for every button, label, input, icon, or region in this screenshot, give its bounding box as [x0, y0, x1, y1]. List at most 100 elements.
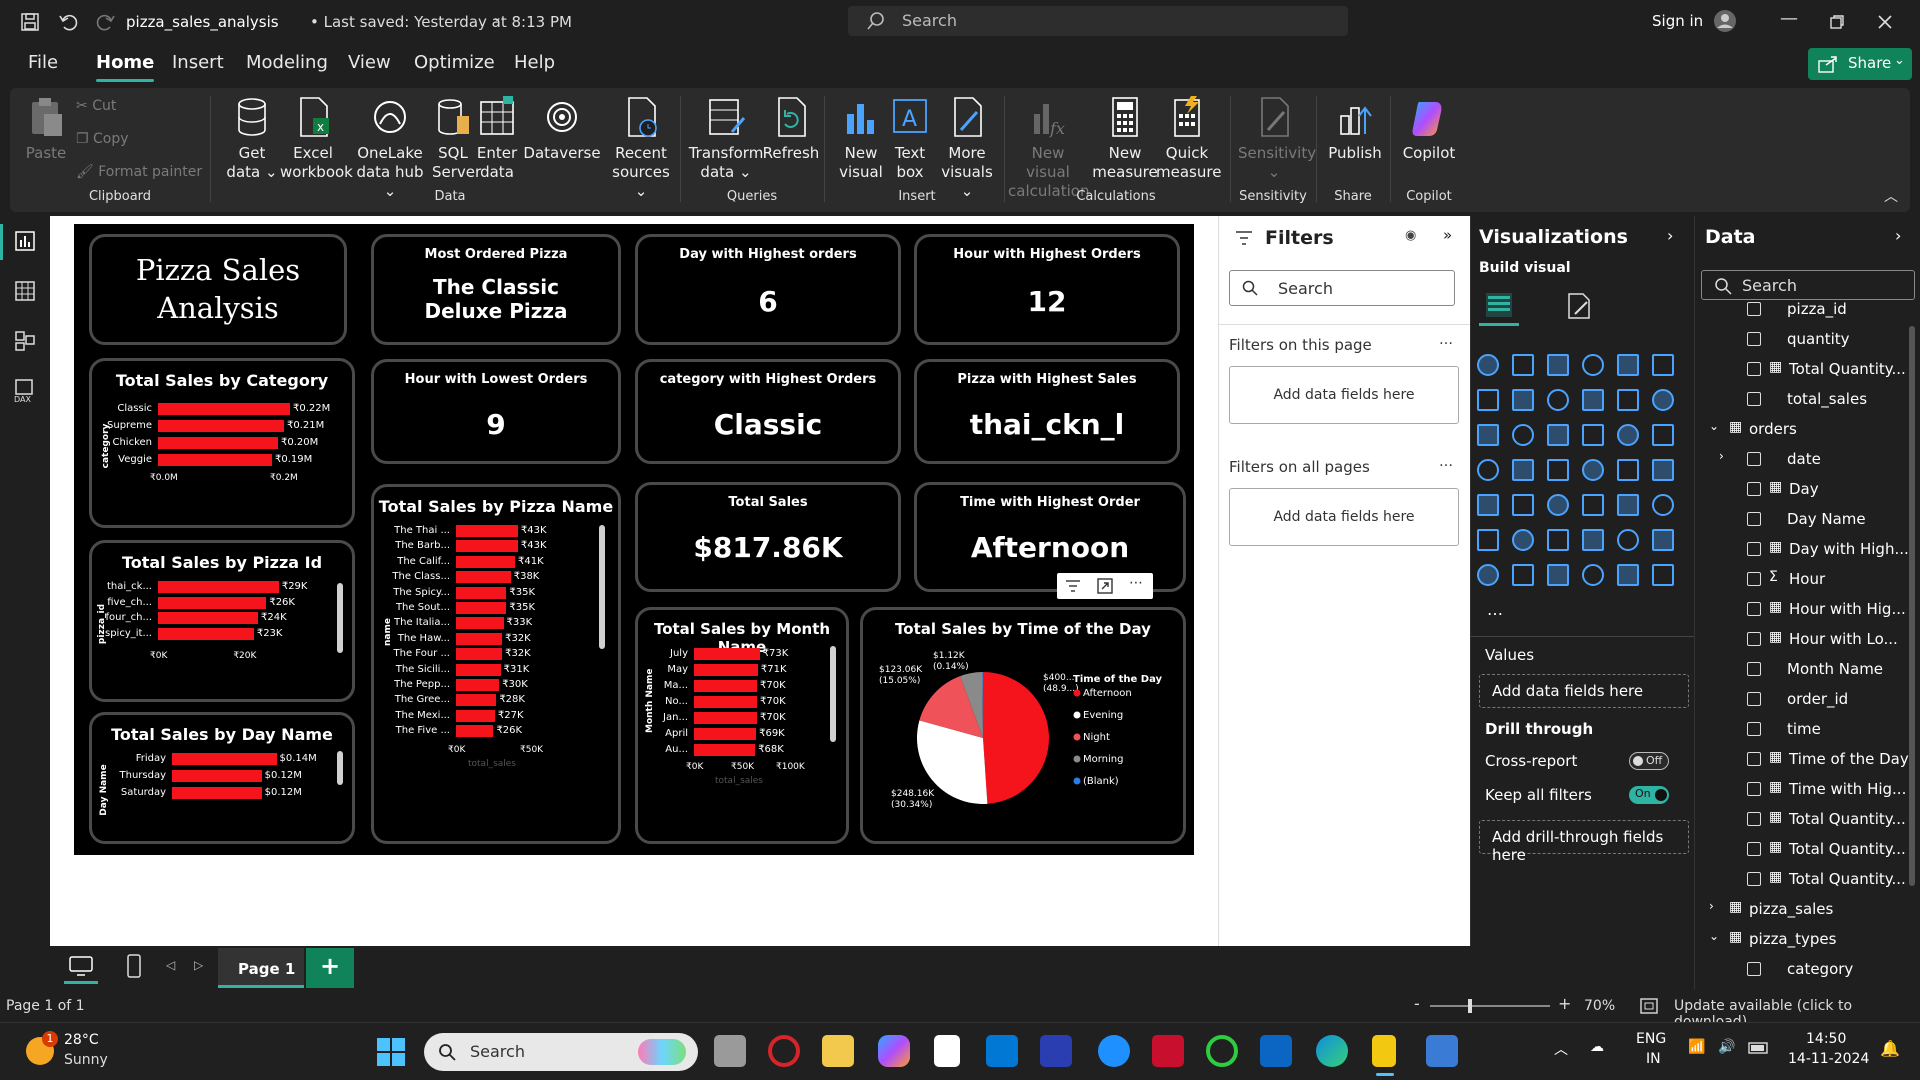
data-field-row[interactable]: › date	[1695, 444, 1920, 474]
share-button[interactable]: Share ⌄	[1808, 48, 1912, 80]
visual-type-icon[interactable]	[1582, 389, 1604, 411]
scrollbar[interactable]	[830, 646, 836, 742]
more-options-icon[interactable]: ⋯	[1129, 575, 1143, 591]
field-checkbox[interactable]	[1747, 812, 1761, 826]
data-field-row[interactable]: ▦ Time of the Day	[1695, 744, 1920, 774]
field-checkbox[interactable]	[1747, 482, 1761, 496]
visual-type-icon[interactable]	[1582, 564, 1604, 586]
chevron-right-icon[interactable]: ›	[1719, 449, 1724, 463]
data-field-row[interactable]: category	[1695, 954, 1920, 984]
visual-type-icon[interactable]	[1477, 424, 1499, 446]
field-checkbox[interactable]	[1747, 392, 1761, 406]
sql-server-button[interactable]: SQL Server	[432, 96, 481, 182]
visual-type-icon[interactable]	[1652, 459, 1674, 481]
restore-icon[interactable]	[1830, 15, 1844, 29]
power-bi-icon[interactable]	[1372, 1035, 1396, 1067]
myhp-icon[interactable]	[1040, 1035, 1072, 1067]
more-options-icon[interactable]: …	[1439, 332, 1453, 348]
data-field-row[interactable]: ▦ Total Quantity...	[1695, 804, 1920, 834]
sensitivity-button[interactable]: Sensitivity ⌄	[1238, 96, 1316, 182]
visual-type-icon[interactable]	[1547, 354, 1569, 376]
page-filter-dropzone[interactable]: Add data fields here	[1229, 366, 1459, 424]
data-field-row[interactable]: ▦ Total Quantity...	[1695, 834, 1920, 864]
text-box-button[interactable]: A Text box	[888, 96, 932, 182]
microsoft-store-icon[interactable]	[986, 1035, 1018, 1067]
visual-type-icon[interactable]	[1547, 389, 1569, 411]
data-field-row[interactable]: ▦ Time with Hig...	[1695, 774, 1920, 804]
battery-icon[interactable]	[1748, 1042, 1770, 1054]
field-checkbox[interactable]	[1747, 572, 1761, 586]
chart-card[interactable]: Total Sales by Month Name July ₹73K May ₹71…	[635, 607, 849, 844]
get-data-button[interactable]: Get data ⌄	[224, 96, 280, 182]
legend-item[interactable]: Evening	[1083, 710, 1123, 721]
visual-type-icon[interactable]	[1477, 529, 1499, 551]
field-checkbox[interactable]	[1747, 662, 1761, 676]
scrollbar[interactable]	[337, 751, 343, 785]
zoom-handle[interactable]	[1468, 999, 1472, 1013]
quick-measure-button[interactable]: Quick measure	[1156, 96, 1221, 182]
visual-type-icon[interactable]	[1547, 529, 1569, 551]
visual-type-icon[interactable]	[1477, 564, 1499, 586]
visual-type-icon[interactable]	[1652, 564, 1674, 586]
onedrive-icon[interactable]: ☁	[1590, 1039, 1604, 1055]
legend-item[interactable]: Night	[1083, 732, 1110, 743]
kpi-card[interactable]: Hour with Lowest Orders 9	[371, 359, 621, 464]
keep-filters-toggle[interactable]: On	[1629, 786, 1669, 804]
region-code[interactable]: IN	[1646, 1051, 1661, 1067]
visual-type-icon[interactable]	[1477, 494, 1499, 516]
clock-time[interactable]: 14:50	[1806, 1031, 1846, 1047]
visual-type-icon[interactable]	[1582, 424, 1604, 446]
visual-type-icon[interactable]	[1512, 354, 1534, 376]
desktop-layout-button[interactable]	[64, 950, 98, 984]
visual-type-icon[interactable]	[1512, 529, 1534, 551]
data-field-row[interactable]: ▦ Total Quantity...	[1695, 864, 1920, 894]
visual-type-icon[interactable]	[1477, 354, 1499, 376]
chart-card[interactable]: Total Sales by Category Classic ₹0.22M Sup…	[89, 358, 355, 528]
data-field-row[interactable]: quantity	[1695, 324, 1920, 354]
data-search-input[interactable]: Search	[1701, 270, 1915, 300]
field-checkbox[interactable]	[1747, 302, 1761, 316]
chevron-right-icon[interactable]: ›	[1709, 899, 1714, 913]
visual-type-icon[interactable]	[1582, 354, 1604, 376]
all-pages-filter-dropzone[interactable]: Add data fields here	[1229, 488, 1459, 546]
new-measure-button[interactable]: New measure	[1090, 96, 1160, 182]
visual-type-icon[interactable]	[1512, 424, 1534, 446]
menu-view[interactable]: View	[348, 52, 391, 73]
data-field-row[interactable]: ⌄ ▦ orders	[1695, 414, 1920, 444]
visual-type-icon[interactable]	[1512, 389, 1534, 411]
visual-type-icon[interactable]	[1547, 564, 1569, 586]
field-checkbox[interactable]	[1747, 692, 1761, 706]
field-checkbox[interactable]	[1747, 542, 1761, 556]
visual-type-icon[interactable]	[1547, 459, 1569, 481]
next-page-icon[interactable]: ▷	[194, 958, 203, 972]
fit-to-page-icon[interactable]	[1640, 998, 1658, 1014]
taskbar-search[interactable]: Search	[424, 1033, 698, 1071]
chevron-up-icon[interactable]: ︿	[1554, 1039, 1568, 1059]
visual-type-icon[interactable]	[1652, 494, 1674, 516]
new-visual-button[interactable]: New visual	[836, 96, 886, 182]
data-field-row[interactable]: ▦ Hour with Hig...	[1695, 594, 1920, 624]
menu-modeling[interactable]: Modeling	[246, 52, 328, 73]
search-box[interactable]: Search	[848, 6, 1348, 36]
visual-type-icon[interactable]	[1512, 494, 1534, 516]
report-view-icon[interactable]	[14, 230, 36, 252]
field-checkbox[interactable]	[1747, 332, 1761, 346]
menu-file[interactable]: File	[28, 52, 58, 73]
field-checkbox[interactable]	[1747, 782, 1761, 796]
data-field-row[interactable]: pizza_id	[1695, 302, 1920, 324]
visual-type-icon[interactable]	[1512, 459, 1534, 481]
build-visual-tab[interactable]	[1479, 286, 1519, 326]
table-view-icon[interactable]	[14, 280, 36, 302]
visual-type-icon[interactable]	[1582, 459, 1604, 481]
more-options-icon[interactable]: …	[1439, 454, 1453, 470]
field-checkbox[interactable]	[1747, 602, 1761, 616]
kpi-card[interactable]: category with Highest Orders Classic	[635, 359, 901, 464]
format-visual-icon[interactable]	[1565, 292, 1593, 320]
clock-date[interactable]: 14-11-2024	[1788, 1051, 1869, 1067]
save-icon[interactable]	[20, 12, 40, 32]
photos-icon[interactable]	[1426, 1035, 1458, 1067]
data-field-row[interactable]: total_sales	[1695, 384, 1920, 414]
report-title-card[interactable]: Pizza Sales Analysis	[89, 234, 347, 345]
eye-icon[interactable]: ◉	[1405, 228, 1416, 243]
visual-type-icon[interactable]	[1652, 424, 1674, 446]
